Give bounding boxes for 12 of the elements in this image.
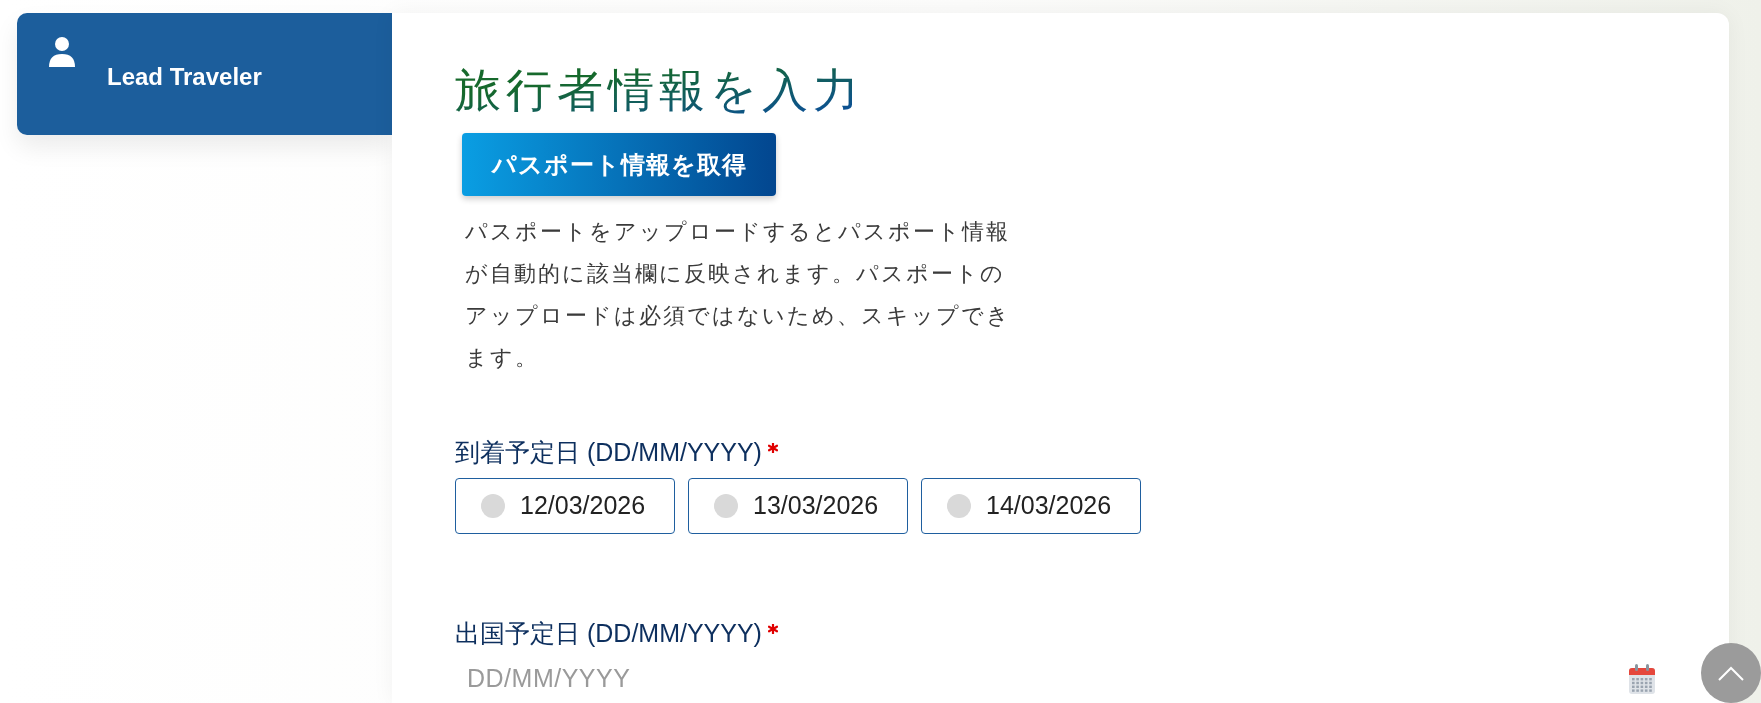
chevron-up-icon bbox=[1718, 665, 1744, 681]
calendar-icon bbox=[1628, 662, 1656, 695]
date-input-field[interactable]: DD/MM/YYYY bbox=[455, 658, 1615, 699]
field-label: 出国予定日 (DD/MM/YYYY) bbox=[455, 618, 762, 649]
person-icon bbox=[49, 37, 75, 67]
get-passport-info-button[interactable]: パスポート情報を取得 bbox=[462, 133, 776, 196]
date-option[interactable]: 12/03/2026 bbox=[455, 478, 675, 534]
date-option[interactable]: 13/03/2026 bbox=[688, 478, 908, 534]
date-option[interactable]: 14/03/2026 bbox=[921, 478, 1141, 534]
description-text: パスポートをアップロードするとパスポート情報が自動的に該当欄に反映されます。パスポートのアップロードは必須ではないため、スキップできます。 bbox=[465, 218, 1012, 372]
field-label: 到着予定日 (DD/MM/YYYY) bbox=[455, 437, 762, 468]
sidebar-tab[interactable]: Lead Traveler bbox=[17, 13, 392, 135]
